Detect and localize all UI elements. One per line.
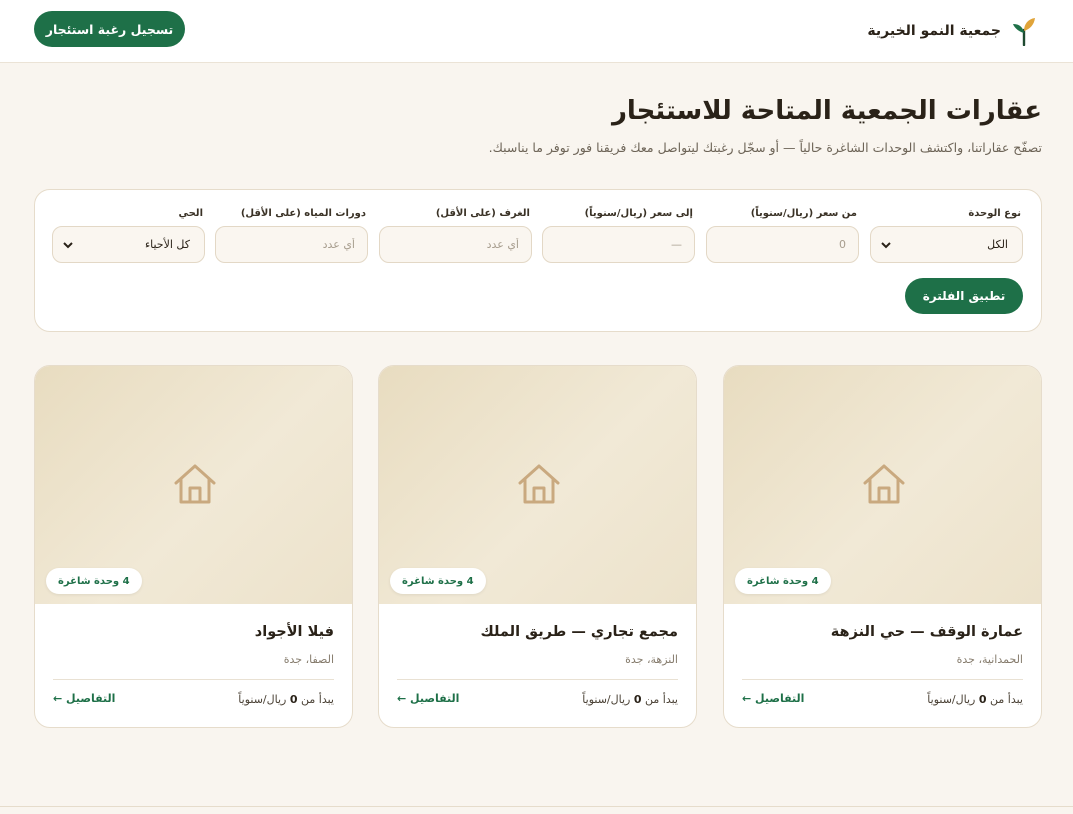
vacancy-badge: 4 وحدة شاغرة <box>390 568 486 594</box>
price-unit: ريال/سنوياً <box>927 693 976 706</box>
unit-type-filter: نوع الوحدة الكل <box>870 208 1023 263</box>
footer-divider <box>0 806 1073 807</box>
register-interest-button[interactable]: تسجيل رغبة استئجار <box>34 11 185 47</box>
district-filter: الحي كل الأحياء <box>52 208 205 263</box>
property-title: مجمع تجاري — طريق الملك <box>480 624 678 640</box>
vacancy-badge: 4 وحدة شاغرة <box>735 568 831 594</box>
house-icon <box>863 464 905 504</box>
property-image-placeholder: 4 وحدة شاغرة <box>35 366 352 604</box>
top-navbar: جمعية النمو الخيرية تسجيل رغبة استئجار <box>0 0 1073 63</box>
details-link[interactable]: التفاصيل ← <box>397 692 459 705</box>
page-title: عقارات الجمعية المتاحة للاستئجار <box>611 96 1042 126</box>
property-location: الحمدانية، جدة <box>956 653 1023 666</box>
unit-type-value: الكل <box>987 238 1008 251</box>
district-label: الحي <box>178 208 203 219</box>
price-unit: ريال/سنوياً <box>238 693 287 706</box>
brand-name: جمعية النمو الخيرية <box>867 23 1001 39</box>
price-from-label: من سعر (ريال/سنوياً) <box>750 208 857 219</box>
house-icon <box>518 464 560 504</box>
price-unit: ريال/سنوياً <box>582 693 631 706</box>
chevron-down-icon <box>881 241 891 248</box>
property-card[interactable]: 4 وحدة شاغرة فيلا الأجواد الصفا، جدة يبد… <box>34 365 353 728</box>
unit-type-select[interactable]: الكل <box>870 226 1023 263</box>
price-from-filter: من سعر (ريال/سنوياً) <box>706 208 859 263</box>
details-link[interactable]: التفاصيل ← <box>742 692 804 705</box>
property-image-placeholder: 4 وحدة شاغرة <box>724 366 1041 604</box>
divider <box>742 679 1023 680</box>
property-price: يبدأ من 0 ريال/سنوياً <box>927 693 1023 706</box>
vacancy-badge: 4 وحدة شاغرة <box>46 568 142 594</box>
divider <box>397 679 678 680</box>
price-to-input[interactable] <box>542 226 695 263</box>
property-title: عمارة الوقف — حي النزهة <box>830 624 1023 640</box>
brand[interactable]: جمعية النمو الخيرية <box>867 16 1037 46</box>
rooms-input[interactable] <box>379 226 532 263</box>
unit-type-label: نوع الوحدة <box>968 208 1021 219</box>
chevron-down-icon <box>63 241 73 248</box>
filter-panel: نوع الوحدة الكل من سعر (ريال/سنوياً) إلى… <box>34 189 1042 332</box>
price-value: 0 <box>978 693 987 706</box>
property-title: فيلا الأجواد <box>254 624 334 640</box>
property-location: النزهة، جدة <box>625 653 678 666</box>
property-price: يبدأ من 0 ريال/سنوياً <box>582 693 678 706</box>
divider <box>53 679 334 680</box>
price-prefix: يبدأ من <box>301 693 334 706</box>
price-from-input[interactable] <box>706 226 859 263</box>
price-value: 0 <box>289 693 298 706</box>
rooms-label: الغرف (على الأقل) <box>435 208 530 219</box>
bathrooms-input[interactable] <box>215 226 368 263</box>
rooms-filter: الغرف (على الأقل) <box>379 208 532 263</box>
apply-filter-button[interactable]: تطبيق الفلترة <box>905 278 1023 314</box>
page-subtitle: تصفّح عقاراتنا، واكتشف الوحدات الشاغرة ح… <box>488 140 1042 155</box>
bathrooms-label: دورات المياه (على الأقل) <box>240 208 366 219</box>
sprout-logo-icon <box>1013 18 1035 46</box>
property-card[interactable]: 4 وحدة شاغرة عمارة الوقف — حي النزهة الح… <box>723 365 1042 728</box>
property-card[interactable]: 4 وحدة شاغرة مجمع تجاري — طريق الملك الن… <box>378 365 697 728</box>
price-value: 0 <box>633 693 642 706</box>
district-select[interactable]: كل الأحياء <box>52 226 205 263</box>
price-prefix: يبدأ من <box>990 693 1023 706</box>
details-link[interactable]: التفاصيل ← <box>53 692 115 705</box>
property-price: يبدأ من 0 ريال/سنوياً <box>238 693 334 706</box>
price-prefix: يبدأ من <box>645 693 678 706</box>
price-to-filter: إلى سعر (ريال/سنوياً) <box>542 208 695 263</box>
bathrooms-filter: دورات المياه (على الأقل) <box>215 208 368 263</box>
property-location: الصفا، جدة <box>283 653 334 666</box>
district-value: كل الأحياء <box>144 238 190 251</box>
property-image-placeholder: 4 وحدة شاغرة <box>379 366 696 604</box>
house-icon <box>174 464 216 504</box>
price-to-label: إلى سعر (ريال/سنوياً) <box>584 208 693 219</box>
